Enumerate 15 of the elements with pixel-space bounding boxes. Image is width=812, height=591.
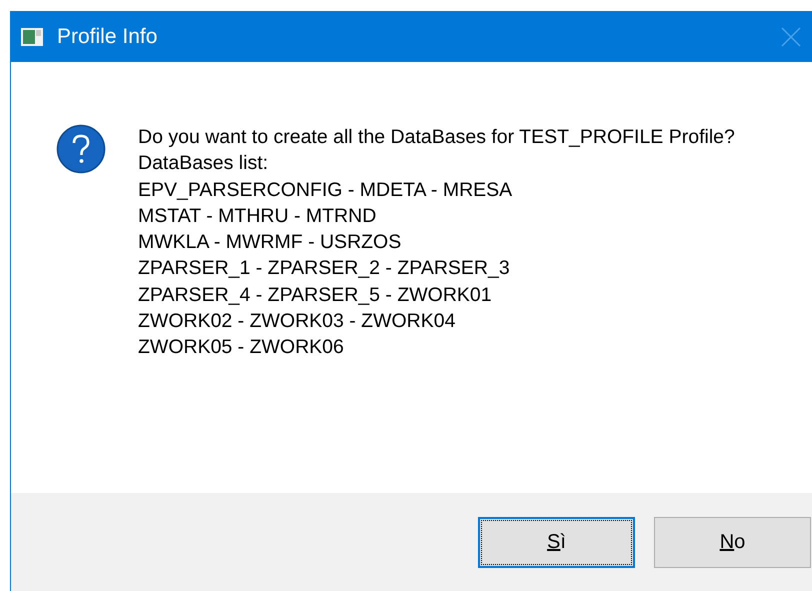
message-line: ZWORK05 - ZWORK06 [138, 335, 345, 360]
message-line: ZPARSER_4 - ZPARSER_5 - ZWORK01 [138, 282, 493, 308]
message-line: EPV_PARSERCONFIG - MDETA - MRESA [138, 178, 514, 203]
window-icon [21, 28, 43, 46]
dialog-button[interactable]: Sì [478, 517, 635, 568]
message-line: ZPARSER_1 - ZPARSER_2 - ZPARSER_3 [138, 256, 511, 282]
question-icon [56, 124, 106, 174]
message-line: MWKLA - MWRMF - USRZOS [138, 230, 402, 256]
close-icon [780, 26, 802, 48]
dialog-button[interactable]: No [654, 517, 811, 568]
message-line: DataBases list: [138, 151, 270, 176]
message-line: ZWORK02 - ZWORK03 - ZWORK04 [138, 309, 456, 334]
message-line: MSTAT - MTHRU - MTRND [138, 204, 378, 229]
message-line: Do you want to create all the DataBases for TEST_PROFILE Profile? [138, 125, 736, 150]
window-title: Profile Info [57, 24, 158, 48]
